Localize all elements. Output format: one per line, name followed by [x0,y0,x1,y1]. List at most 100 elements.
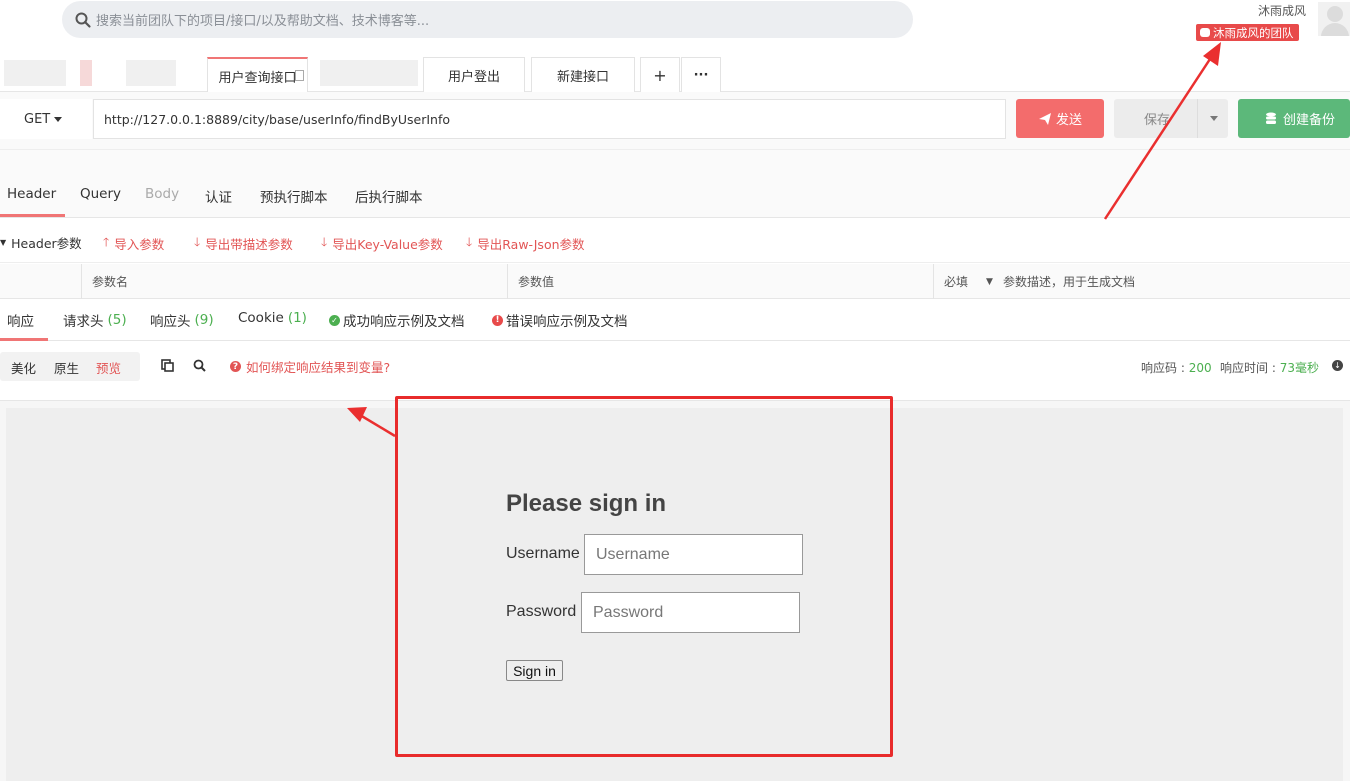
tab-cookie[interactable]: Cookie (1) [238,310,307,326]
url-value: http://127.0.0.1:8889/city/base/userInfo… [104,111,451,127]
response-time: 响应时间 : 73毫秒 [1220,359,1319,376]
tab-body[interactable]: Body [145,186,179,202]
request-headers-label: 请求头 [63,314,104,330]
required-select[interactable]: 必填 ▼ [933,264,993,299]
arrow-down-icon: 🡓 [194,235,201,249]
api-tab-bar: 用户查询接口 用户登出 新建接口 + ··· [0,50,1350,93]
tab-post-script[interactable]: 后执行脚本 [355,186,423,206]
view-beautify-button[interactable]: 美化 [11,358,36,377]
user-name[interactable]: 沐雨成风 [1258,2,1306,19]
tab-query[interactable]: Query [80,186,121,202]
export-desc-params-button[interactable]: 🡓 导出带描述参数 [194,233,293,254]
response-tabs: 响应 请求头 (5) 响应头 (9) Cookie (1) ✓ 成功响应示例及文… [0,299,1350,341]
caret-down-icon: ▼ [986,276,993,287]
top-bar: 搜索当前团队下的项目/接口/以及帮助文档、技术博客等... 沐雨成风 沐雨成风的… [0,0,1350,50]
bind-variable-help-link[interactable]: ? 如何绑定响应结果到变量? [230,357,390,376]
export-raw-json-button[interactable]: 🡓 导出Raw-Json参数 [466,233,585,254]
import-params-label: 导入参数 [114,237,165,252]
response-view-toolbar: 美化 原生 预览 ? 如何绑定响应结果到变量? 响应码 : 200 响应时间 :… [0,341,1350,397]
cookie-label: Cookie [238,310,284,326]
search-icon [75,12,91,28]
blurred-tab [80,60,92,86]
check-circle-icon: ✓ [329,314,340,326]
tab-label: 用户查询接口 [218,70,297,86]
method-value: GET [24,111,51,127]
global-search[interactable]: 搜索当前团队下的项目/接口/以及帮助文档、技术博客等... [62,1,913,38]
tab-success-doc[interactable]: ✓ 成功响应示例及文档 [329,310,465,330]
tab-label: 新建接口 [556,70,609,85]
tab-response[interactable]: 响应 [7,310,34,330]
help-label: 如何绑定响应结果到变量? [246,360,391,375]
url-input[interactable]: http://127.0.0.1:8889/city/base/userInfo… [93,99,1006,139]
tab-label: 用户登出 [447,70,500,85]
response-headers-count: (9) [194,312,214,328]
plus-icon: + [653,66,667,85]
error-circle-icon: ! [492,314,503,326]
search-icon[interactable] [193,359,206,372]
time-value: 73毫秒 [1279,361,1319,375]
question-circle-icon: ? [230,361,241,372]
view-raw-button[interactable]: 原生 [54,358,79,377]
team-badge[interactable]: 沐雨成风的团队 [1196,24,1299,41]
status-code: 响应码 : 200 [1141,359,1212,376]
arrow-down-icon: 🡓 [466,235,473,249]
close-icon[interactable] [295,70,304,81]
header-params-toggle[interactable]: ▼ Header参数 [0,233,82,252]
tab-user-query[interactable]: 用户查询接口 [207,57,308,93]
save-button[interactable]: 保存 [1114,99,1228,138]
tab-new-api[interactable]: 新建接口 [531,57,635,93]
status-value: 200 [1188,361,1212,375]
request-url-row: GET http://127.0.0.1:8889/city/base/user… [0,92,1350,150]
success-doc-label: 成功响应示例及文档 [343,314,465,330]
header-params-toolbar: ▼ Header参数 🡑 导入参数 🡓 导出带描述参数 🡓 导出Key-Valu… [0,219,1350,263]
response-headers-label: 响应头 [150,314,191,330]
create-backup-button[interactable]: 创建备份 [1238,99,1350,138]
method-select[interactable]: GET [0,99,92,139]
tab-pre-script[interactable]: 预执行脚本 [260,186,328,206]
export-desc-params-label: 导出带描述参数 [205,237,293,252]
download-icon[interactable]: ↓ [1332,360,1343,371]
param-name-column: 参数名 [81,264,507,299]
blurred-tab [320,60,418,86]
time-label: 响应时间 : [1220,361,1276,375]
import-params-button[interactable]: 🡑 导入参数 [103,233,164,254]
tab-request-headers[interactable]: 请求头 (5) [63,310,127,330]
copy-icon[interactable] [161,359,174,372]
status-label: 响应码 : [1141,361,1185,375]
required-label: 必填 [944,275,969,289]
param-value-column: 参数值 [507,264,933,299]
blurred-tab [4,60,66,86]
export-kv-params-label: 导出Key-Value参数 [332,237,443,252]
tab-header[interactable]: Header [7,186,56,202]
avatar[interactable] [1318,2,1350,36]
export-raw-json-label: 导出Raw-Json参数 [477,237,585,252]
more-icon: ··· [693,68,709,83]
avatar-body [1321,23,1349,36]
tab-user-logout[interactable]: 用户登出 [423,57,525,93]
database-icon [1266,112,1276,124]
error-doc-label: 错误响应示例及文档 [506,314,628,330]
tab-auth[interactable]: 认证 [205,186,232,206]
search-placeholder: 搜索当前团队下的项目/接口/以及帮助文档、技术博客等... [96,14,430,29]
more-tabs-button[interactable]: ··· [681,57,721,93]
request-tabs: Header Query Body 认证 预执行脚本 后执行脚本 [0,150,1350,218]
active-tab-indicator [0,214,65,217]
chevron-down-icon[interactable] [1210,116,1218,121]
avatar-head [1327,6,1343,22]
team-icon [1200,28,1210,37]
send-label: 发送 [1055,113,1082,128]
tab-response-headers[interactable]: 响应头 (9) [150,310,214,330]
export-kv-params-button[interactable]: 🡓 导出Key-Value参数 [321,233,443,254]
caret-down-icon: ▼ [0,238,7,247]
annotation-highlight-box [395,396,893,757]
header-params-title: Header参数 [11,236,82,251]
save-label: 保存 [1144,113,1171,128]
tab-error-doc[interactable]: ! 错误响应示例及文档 [492,310,628,330]
backup-label: 创建备份 [1283,113,1336,128]
send-button[interactable]: 发送 [1016,99,1104,138]
add-tab-button[interactable]: + [640,57,680,93]
caret-down-icon [54,116,63,122]
arrow-up-icon: 🡑 [103,235,110,249]
param-desc-column: 参数描述，用于生成文档 [1003,275,1136,289]
view-preview-button[interactable]: 预览 [96,358,121,377]
